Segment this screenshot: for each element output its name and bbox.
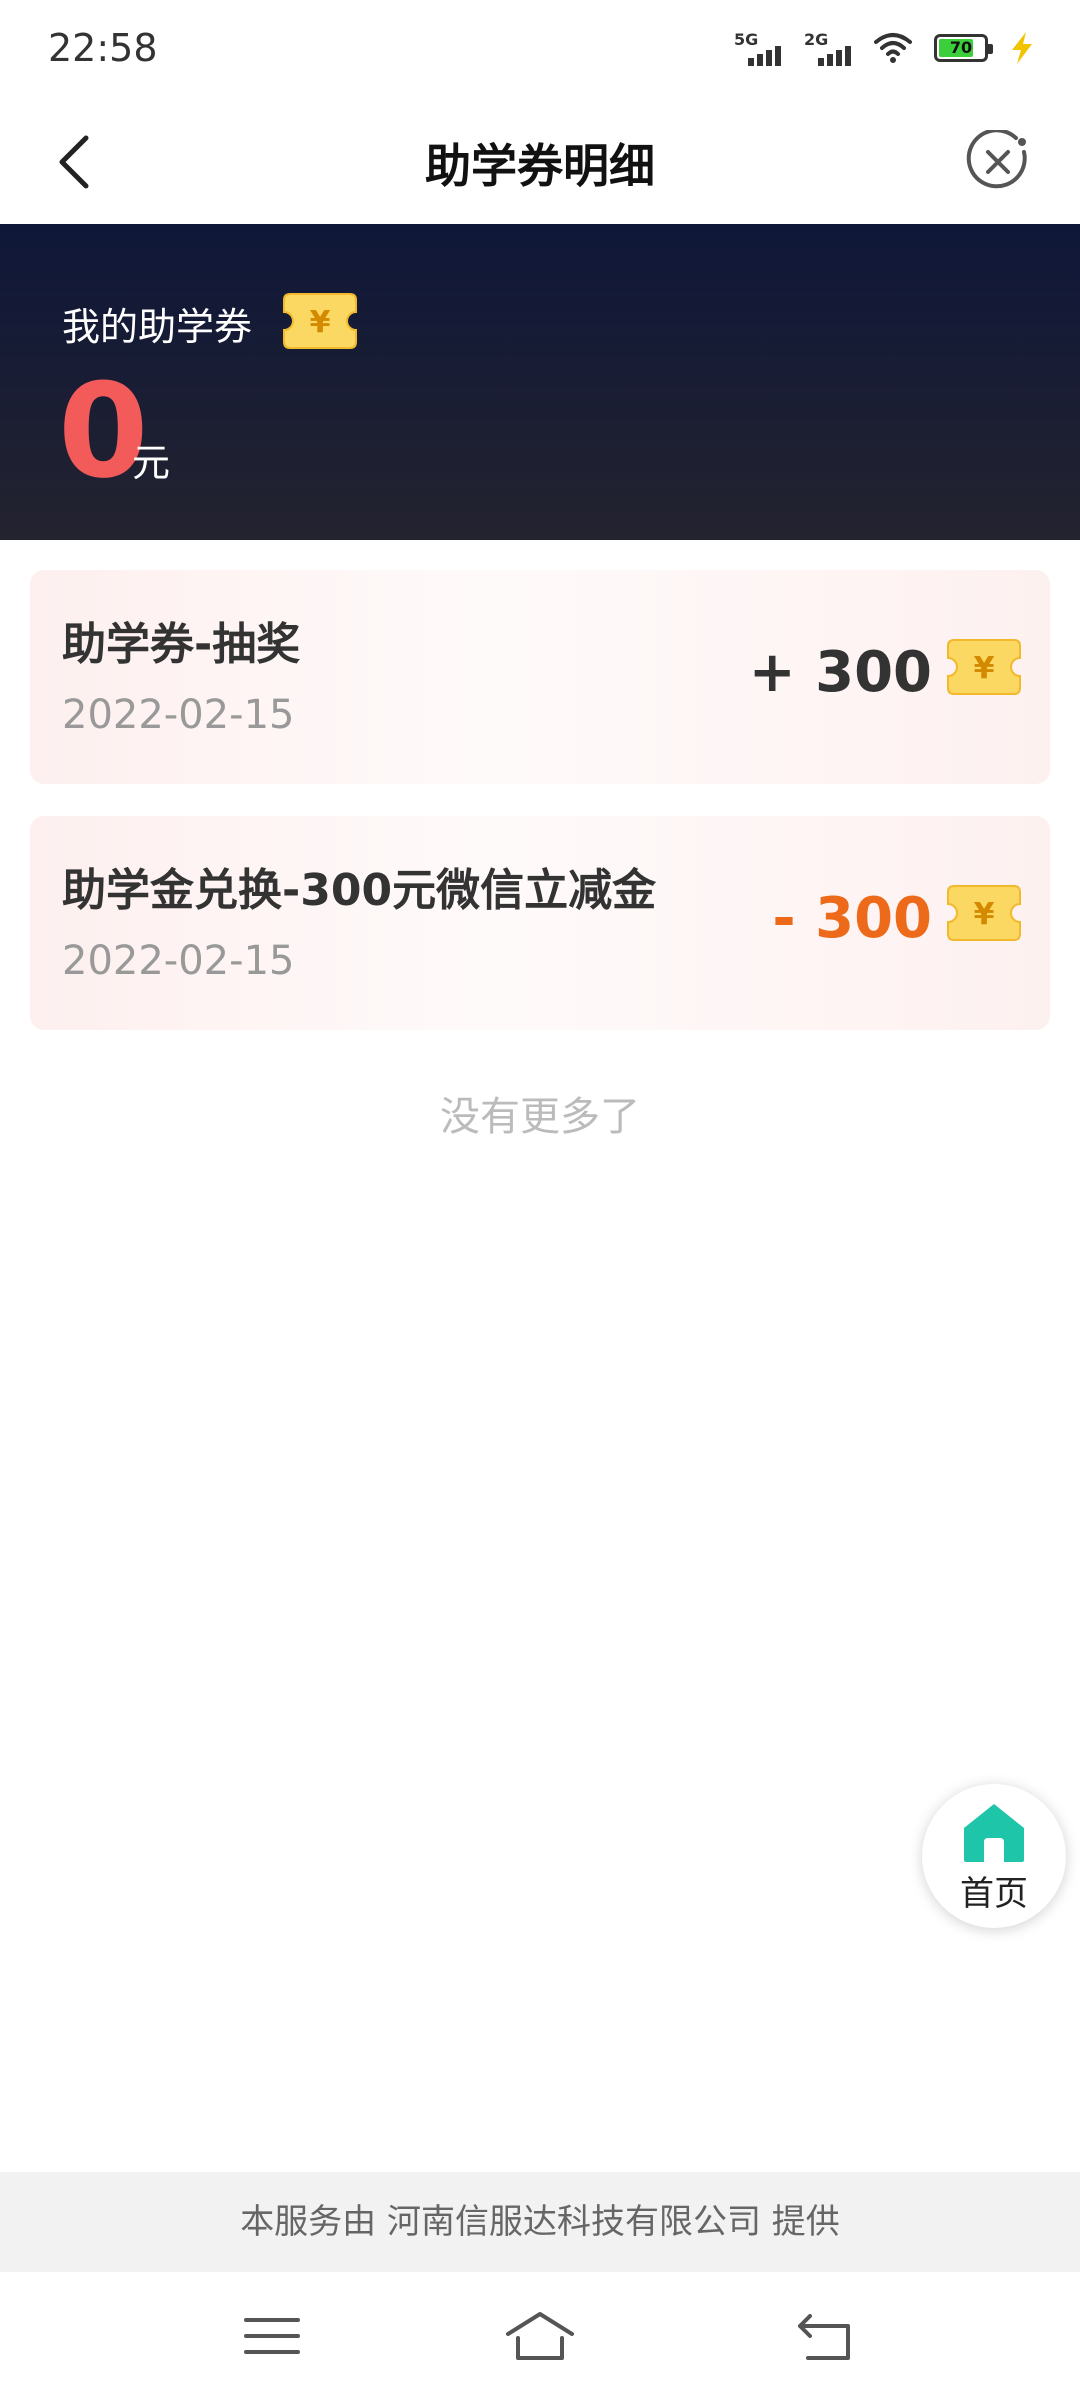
- battery-level: 70: [949, 38, 973, 57]
- svg-text:¥: ¥: [974, 897, 995, 932]
- signal-5g-icon: 5G: [734, 30, 782, 66]
- voucher-balance-banner: 我的助学券 ¥ 0 元: [0, 224, 1080, 540]
- record-amount: + 300: [748, 640, 932, 705]
- yuan-ticket-icon: ¥: [283, 293, 357, 349]
- yuan-ticket-icon: ¥: [947, 885, 1021, 941]
- list-item[interactable]: 助学金兑换-300元微信立减金 2022-02-15 - 300 ¥: [30, 816, 1050, 1030]
- list-item[interactable]: 助学券-抽奖 2022-02-15 + 300 ¥: [30, 570, 1050, 784]
- status-icons: 5G 2G 70: [734, 30, 1034, 66]
- home-icon: [964, 1804, 1024, 1862]
- record-title: 助学金兑换-300元微信立减金: [62, 865, 657, 916]
- svg-text:¥: ¥: [310, 305, 331, 340]
- record-date: 2022-02-15: [62, 938, 295, 984]
- balance-label: 我的助学券: [62, 305, 253, 349]
- home-outline-icon[interactable]: [504, 2308, 576, 2364]
- record-title: 助学券-抽奖: [62, 619, 301, 670]
- home-button-label: 首页: [960, 1874, 1028, 1914]
- nav-bar: 助学券明细: [0, 100, 1080, 224]
- record-date: 2022-02-15: [62, 692, 295, 738]
- system-nav-bar: [0, 2272, 1080, 2400]
- record-amount: - 300: [772, 886, 932, 951]
- menu-icon[interactable]: [242, 2308, 302, 2364]
- page-title: 助学券明细: [425, 139, 655, 193]
- balance-unit: 元: [132, 441, 171, 485]
- back-return-icon[interactable]: [794, 2308, 854, 2364]
- home-button[interactable]: 首页: [922, 1784, 1066, 1928]
- yuan-ticket-icon: ¥: [947, 639, 1021, 695]
- service-provider-footer: 本服务由 河南信服达科技有限公司 提供: [0, 2172, 1080, 2272]
- status-bar: 22:58 5G 2G 70: [0, 0, 1080, 100]
- status-time: 22:58: [48, 26, 158, 70]
- battery-icon: 70: [934, 34, 993, 62]
- list-end-text: 没有更多了: [440, 1094, 640, 1140]
- signal-2g-icon: 2G: [804, 30, 852, 66]
- wifi-icon: [874, 33, 912, 63]
- charging-icon: [1012, 32, 1032, 64]
- svg-text:¥: ¥: [974, 651, 995, 686]
- close-circle-icon[interactable]: [966, 130, 1030, 194]
